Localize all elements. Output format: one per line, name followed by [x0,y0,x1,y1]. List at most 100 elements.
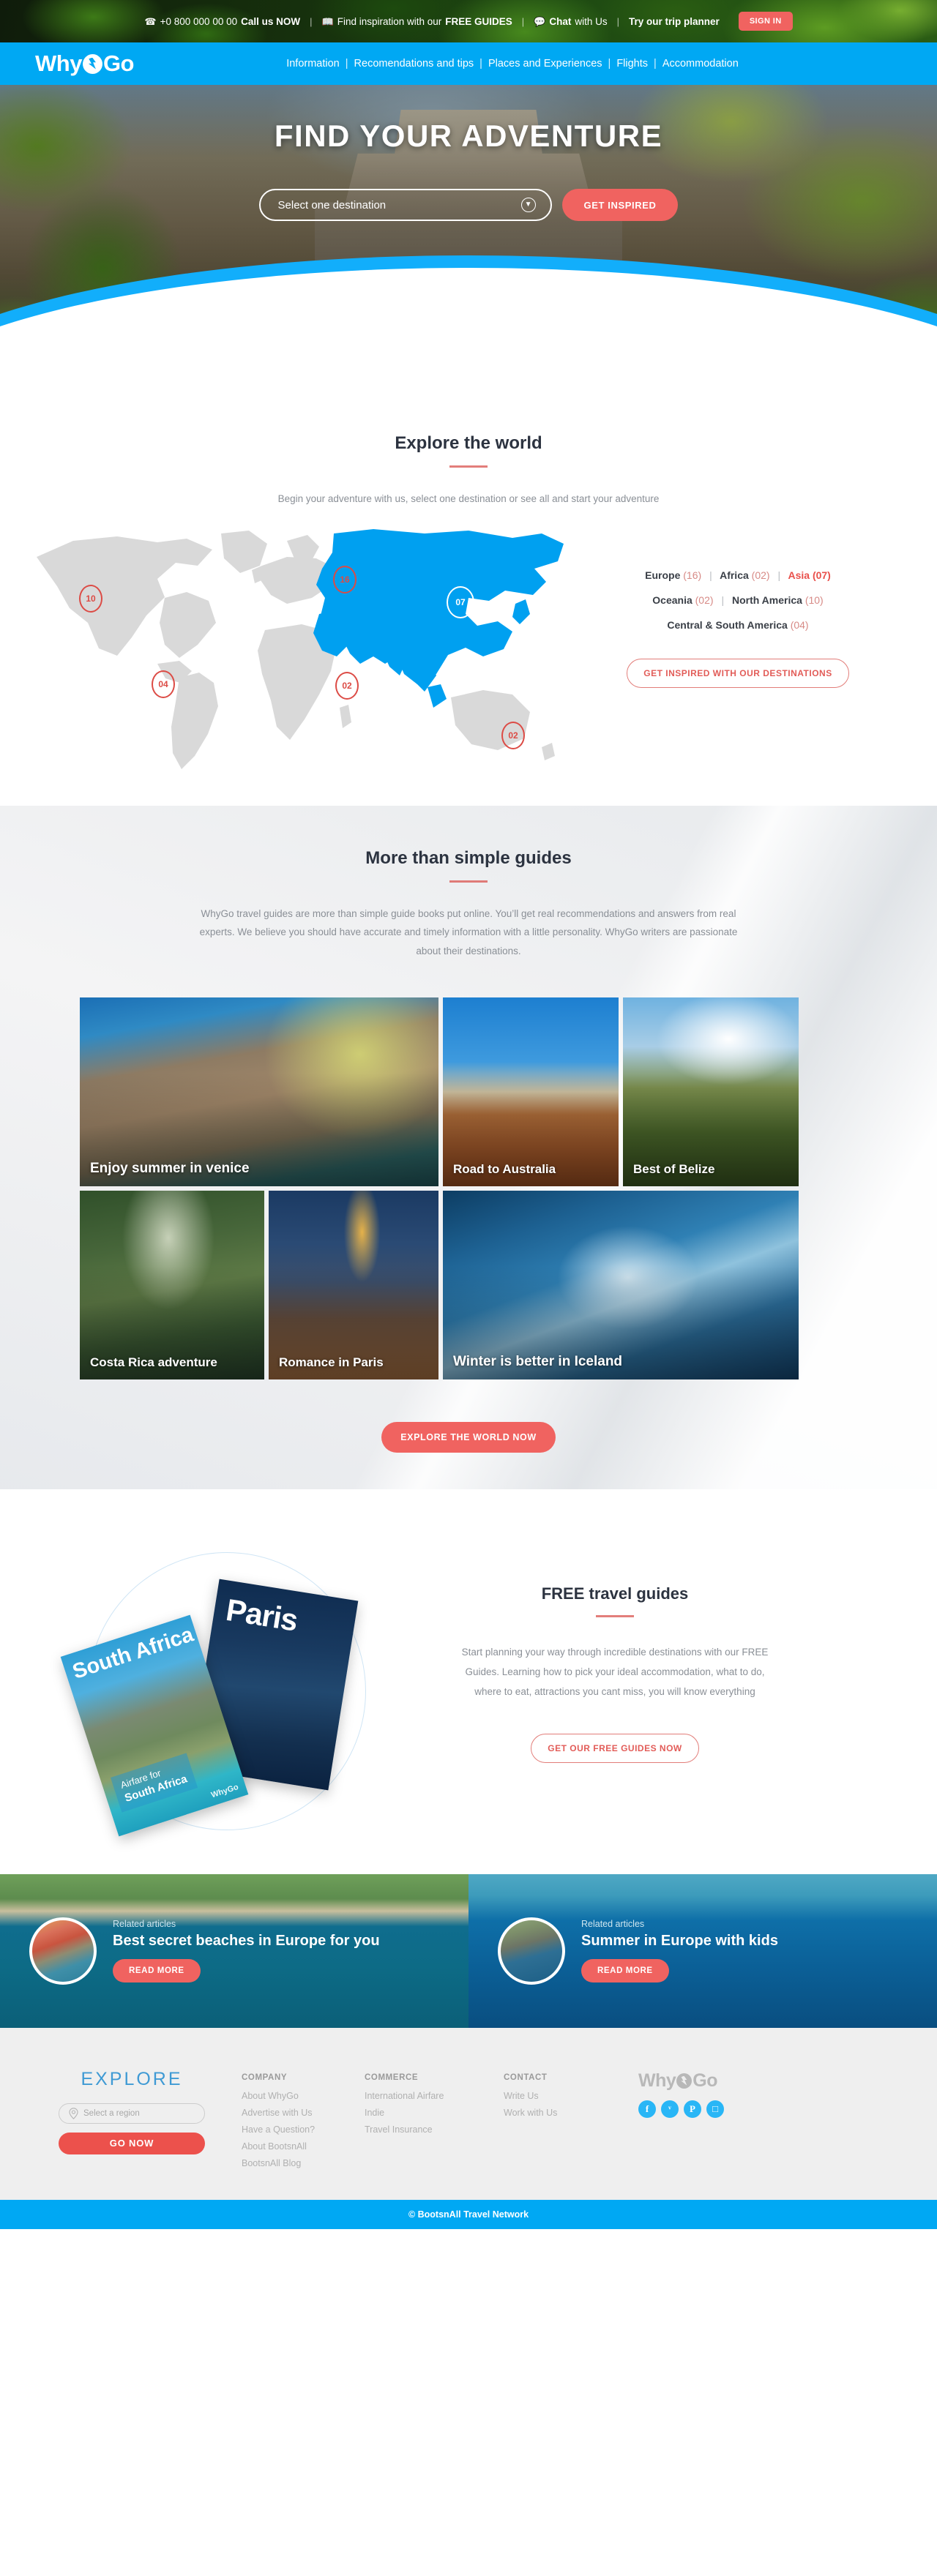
footer-link-about-bootsnall[interactable]: About BootsnAll [242,2141,365,2152]
nav-item-accommodation[interactable]: Accommodation [662,58,739,70]
nav-separator-4: | [654,58,657,70]
guide-card-title: Best of Belize [633,1161,715,1176]
chat-strong: Chat [549,15,572,27]
site-logo[interactable]: Why Go [35,50,135,77]
guide-card-costa-rica[interactable]: Costa Rica adventure [80,1190,264,1379]
nav-item-places[interactable]: Places and Experiences [488,58,602,70]
nav-item-information[interactable]: Information [286,58,340,70]
footer-link-question[interactable]: Have a Question? [242,2124,365,2135]
utility-top-bar: ☎ +0 800 000 00 00 Call us NOW | 📖 Find … [0,0,937,42]
footer-link-advertise[interactable]: Advertise with Us [242,2108,365,2118]
explore-world-section: Explore the world Begin your adventure w… [0,391,937,806]
continent-row-1: Europe (16) | Africa (02) | Asia (07) [645,569,831,581]
free-travel-guides-section: Paris South Africa Airfare for South Afr… [0,1489,937,1874]
footer-link-bootsnall-blog[interactable]: BootsnAll Blog [242,2158,365,2168]
hero-search-row: Select one destination ▼ GET INSPIRED [0,189,937,221]
related-article-1[interactable]: Related articles Best secret beaches in … [0,1873,468,2028]
compass-logo-icon [676,2073,693,2089]
guides-card-grid: Enjoy summer in venice Road to Australia… [80,997,857,1379]
separator-3: | [616,15,620,27]
facebook-icon[interactable]: f [638,2100,656,2118]
explore-title-rule [449,465,488,468]
world-map[interactable]: 10 16 07 04 02 02 [29,528,571,776]
map-pin-north-america[interactable]: 10 [79,584,102,613]
related-article-kicker: Related articles [113,1919,176,1930]
footer-column-commerce: COMMERCE International Airfare Indie Tra… [365,2060,504,2175]
continent-europe[interactable]: Europe (16) [645,569,701,581]
free-guides-rule [596,1614,634,1617]
region-select-placeholder: Select a region [83,2108,140,2118]
read-more-button[interactable]: READ MORE [113,1958,201,1982]
guide-card-belize[interactable]: Best of Belize [623,997,799,1186]
sign-in-button[interactable]: SIGN IN [738,12,793,31]
hero-title: FIND YOUR ADVENTURE [274,119,663,153]
continent-africa[interactable]: Africa (02) [720,569,769,581]
map-pin-oceania[interactable]: 02 [501,721,525,749]
guides-section-paragraph: WhyGo travel guides are more than simple… [199,907,738,956]
instagram-icon[interactable]: □ [706,2100,724,2118]
guides-title-rule [449,880,488,883]
phone-contact[interactable]: ☎ +0 800 000 00 00 Call us NOW [144,16,300,27]
separator-1: | [310,15,313,27]
footer-link-travel-insurance[interactable]: Travel Insurance [365,2124,504,2135]
region-select[interactable]: Select a region [59,2103,205,2124]
compass-logo-icon [82,53,102,74]
nav-item-flights[interactable]: Flights [616,58,648,70]
related-article-2[interactable]: Related articles Summer in Europe with k… [468,1873,937,2028]
continent-north-america[interactable]: North America (10) [732,594,824,606]
guide-books-illustration: Paris South Africa Airfare for South Afr… [15,1538,425,1845]
guide-card-title: Costa Rica adventure [90,1355,217,1369]
related-article-thumbnail [498,1917,565,1985]
pinterest-icon[interactable]: P [684,2100,701,2118]
guide-card-title: Road to Australia [453,1161,556,1176]
chat-link[interactable]: 💬 Chat with Us [534,16,607,27]
related-article-kicker: Related articles [581,1919,645,1930]
continent-central-south-america[interactable]: Central & South America (04) [667,619,808,631]
call-us-now-label: Call us NOW [241,15,301,27]
separator-2: | [521,15,525,27]
destination-select[interactable]: Select one destination ▼ [258,189,552,221]
book-icon: 📖 [321,15,334,27]
site-footer: EXPLORE Select a region GO NOW COMPANY A… [0,2027,937,2200]
continent-asia[interactable]: Asia (07) [788,569,830,581]
guide-card-iceland[interactable]: Winter is better in Iceland [443,1190,799,1379]
free-guides-link[interactable]: 📖 Find inspiration with our FREE GUIDES [322,16,512,27]
footer-column-heading: COMPANY [242,2073,288,2082]
phone-number: +0 800 000 00 00 [160,15,238,27]
twitter-icon[interactable]: ᵛ [661,2100,679,2118]
get-inspired-destinations-button[interactable]: GET INSPIRED WITH OUR DESTINATIONS [627,658,849,688]
explore-section-title: Explore the world [395,433,542,453]
continent-oceania[interactable]: Oceania (02) [652,594,713,606]
world-map-svg [37,528,564,769]
trip-planner-link[interactable]: Try our trip planner [629,16,720,27]
get-inspired-button[interactable]: GET INSPIRED [561,189,679,221]
read-more-button[interactable]: READ MORE [581,1958,669,1982]
footer-link-international-airfare[interactable]: International Airfare [365,2091,504,2101]
related-article-title: Best secret beaches in Europe for you [113,1933,380,1950]
map-pin-africa[interactable]: 02 [335,671,359,700]
explore-the-world-now-button[interactable]: EXPLORE THE WORLD NOW [381,1421,556,1453]
map-pin-asia[interactable]: 07 [447,585,474,618]
go-now-button[interactable]: GO NOW [59,2132,205,2154]
footer-logo[interactable]: Why Go [638,2070,724,2092]
map-pin-europe[interactable]: 16 [333,565,356,594]
guide-card-venice[interactable]: Enjoy summer in venice [80,997,438,1186]
phone-icon: ☎ [144,15,157,27]
nav-separator-1: | [345,58,348,70]
footer-link-about-whygo[interactable]: About WhyGo [242,2091,365,2101]
nav-item-recommendations[interactable]: Recomendations and tips [354,58,474,70]
logo-why-text: Why [35,50,82,76]
footer-link-work-with-us[interactable]: Work with Us [504,2108,627,2118]
copyright-bar: © BootsnAll Travel Network [0,2199,937,2229]
guide-card-title: Enjoy summer in venice [90,1161,250,1177]
map-pin-south-america[interactable]: 04 [152,670,175,698]
guide-card-australia[interactable]: Road to Australia [443,997,619,1186]
footer-link-write-us[interactable]: Write Us [504,2091,627,2101]
footer-link-indie[interactable]: Indie [365,2108,504,2118]
related-article-thumbnail [29,1917,97,1985]
continent-row-2: Oceania (02) | North America (10) [652,594,824,607]
guide-card-paris[interactable]: Romance in Paris [269,1190,438,1379]
guide-card-shade [269,1190,438,1379]
guides-section-title: More than simple guides [365,847,572,868]
get-free-guides-button[interactable]: GET OUR FREE GUIDES NOW [531,1733,699,1763]
